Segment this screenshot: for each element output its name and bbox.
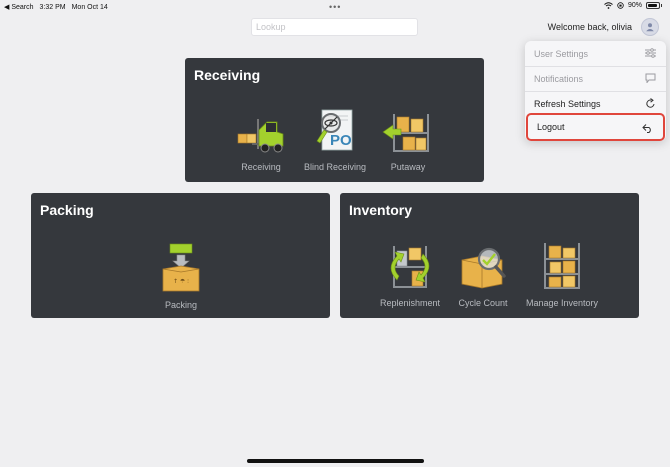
inventory-title: Inventory	[349, 202, 413, 218]
menu-item-notifications[interactable]: Notifications	[525, 66, 666, 91]
status-time: 3:32 PM	[39, 3, 66, 11]
home-indicator[interactable]	[247, 459, 424, 463]
packing-box-icon: ↑ ☂ ⫶	[162, 243, 200, 292]
menu-item-label: Logout	[537, 122, 565, 132]
user-icon	[646, 23, 654, 32]
wifi-icon	[604, 2, 613, 9]
manage-inventory-label: Manage Inventory	[525, 298, 599, 308]
menu-item-label: Refresh Settings	[534, 98, 601, 109]
menu-item-label: User Settings	[534, 48, 589, 59]
menu-item-logout[interactable]: Logout	[526, 113, 665, 141]
refresh-icon	[646, 98, 655, 108]
packing-tile: Packing ↑ ☂ ⫶ Packing	[31, 193, 330, 318]
menu-item-label: Notifications	[534, 73, 584, 84]
receiving-label: Receiving	[241, 162, 281, 172]
user-menu: User Settings Notifications Refresh Sett…	[525, 41, 666, 141]
packing-title: Packing	[40, 202, 94, 218]
orientation-lock-icon	[617, 2, 624, 9]
battery-percent: 90%	[627, 2, 642, 9]
lookup-input[interactable]	[251, 18, 418, 36]
manage-inventory-button[interactable]: Manage Inventory	[517, 240, 607, 308]
receiving-tile: Receiving Receiving PO Blind Receiving P…	[185, 58, 484, 182]
forklift-icon	[237, 119, 284, 153]
manage-inventory-icon	[544, 243, 580, 289]
welcome-text: Welcome back, olivia	[547, 22, 632, 32]
cycle-count-icon	[461, 247, 506, 289]
packing-label: Packing	[164, 300, 198, 310]
avatar[interactable]	[641, 18, 659, 36]
chat-bubble-icon	[645, 73, 656, 83]
back-to-search-link[interactable]: ◀ Search	[4, 3, 34, 11]
blind-po-icon: PO	[316, 109, 353, 151]
inventory-tile: Inventory Replenishment Cycle Count Mana…	[340, 193, 639, 318]
status-date: Mon Oct 14	[71, 3, 108, 11]
battery-icon	[646, 2, 660, 9]
logout-arrow-icon	[642, 124, 651, 133]
receiving-title: Receiving	[194, 67, 261, 83]
putaway-button[interactable]: Putaway	[363, 110, 453, 172]
sliders-icon	[645, 48, 656, 58]
menu-item-user-settings[interactable]: User Settings	[525, 41, 666, 66]
cycle-count-label: Cycle Count	[458, 298, 508, 308]
cycle-count-button[interactable]: Cycle Count	[438, 242, 528, 308]
blind-receiving-label: Blind Receiving	[303, 162, 367, 172]
svg-text:PO: PO	[330, 132, 352, 149]
putaway-label: Putaway	[390, 162, 426, 172]
multitasking-dots[interactable]: •••	[329, 2, 341, 12]
packing-button[interactable]: ↑ ☂ ⫶ Packing	[136, 242, 226, 310]
shelf-boxes-icon	[382, 114, 429, 152]
svg-text:↑ ☂ ⫶: ↑ ☂ ⫶	[173, 278, 189, 285]
status-bar: ◀ Search 3:32 PM Mon Oct 14 ••• 90%	[0, 0, 670, 14]
replenishment-icon	[390, 246, 430, 288]
replenishment-label: Replenishment	[379, 298, 441, 308]
